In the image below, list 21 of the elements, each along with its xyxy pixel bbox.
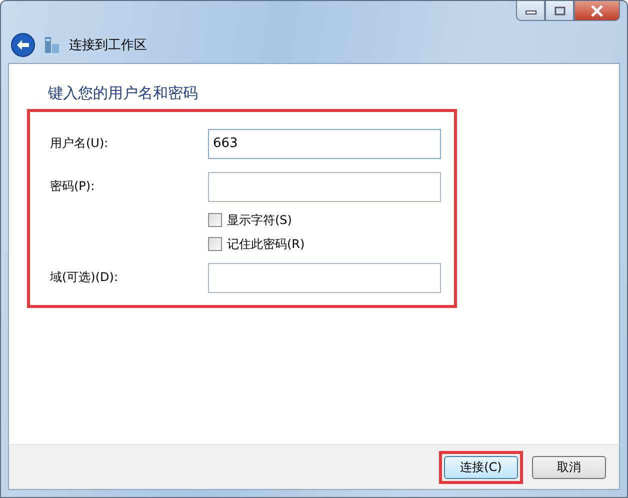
maximize-button[interactable] xyxy=(545,1,574,21)
field-label: 密码(P): xyxy=(50,178,96,195)
close-button[interactable] xyxy=(574,1,620,21)
input-field[interactable] xyxy=(208,262,441,292)
input-field[interactable]: 663 xyxy=(208,128,441,158)
network-icon xyxy=(43,36,61,54)
checkbox-label: 显示字符(S) xyxy=(227,212,292,228)
checkbox[interactable] xyxy=(208,213,222,227)
checkbox[interactable] xyxy=(208,237,222,251)
field-label: 域(可选)(D): xyxy=(50,269,120,286)
maximize-icon xyxy=(554,6,566,16)
minimize-button[interactable] xyxy=(516,1,545,21)
input-field[interactable] xyxy=(208,172,441,202)
back-button[interactable] xyxy=(11,33,35,57)
checkbox-label: 记住此密码(R) xyxy=(227,236,305,252)
heading: 键入您的用户名和密码 xyxy=(48,84,199,103)
window-title: 连接到工作区 xyxy=(69,37,147,54)
connect-button[interactable]: 连接(C) xyxy=(444,456,518,478)
cancel-button[interactable]: 取消 xyxy=(532,456,606,478)
field-label: 用户名(U): xyxy=(50,135,110,152)
close-icon xyxy=(590,4,604,16)
